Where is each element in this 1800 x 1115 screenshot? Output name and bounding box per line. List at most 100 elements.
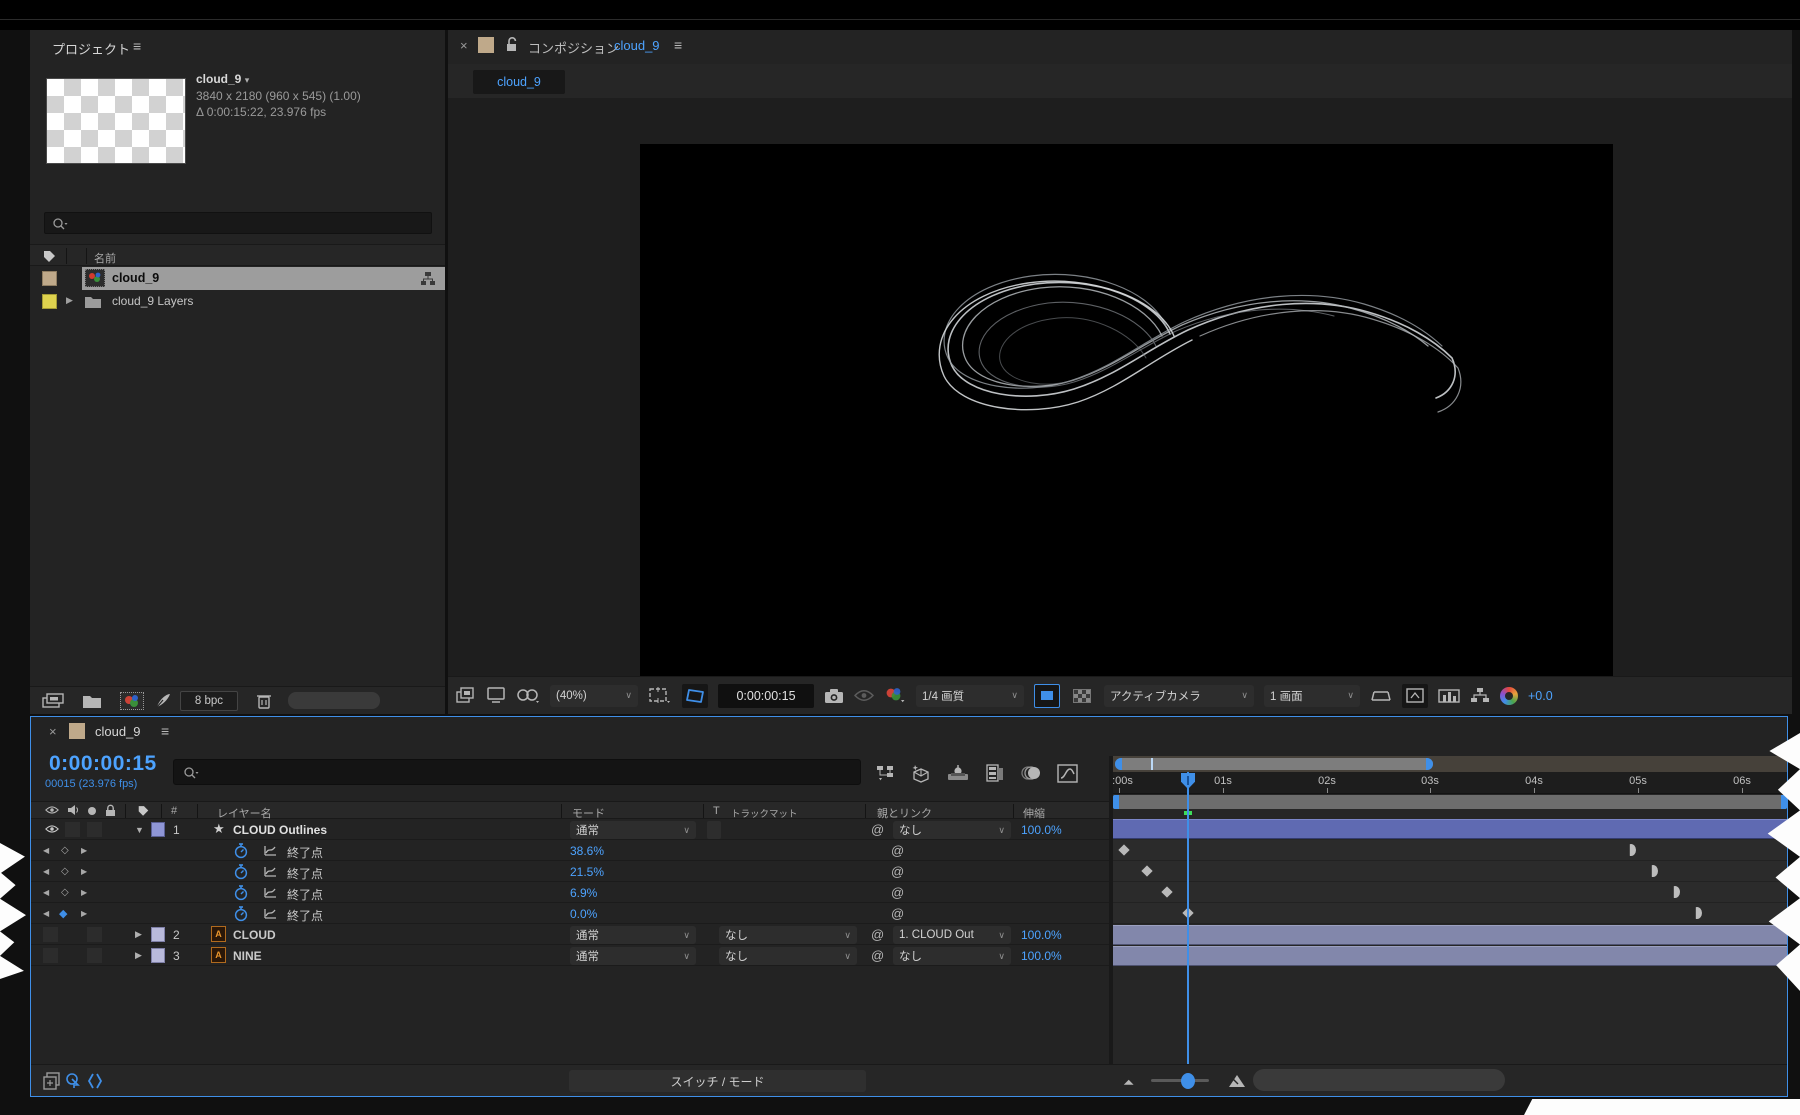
expand-collapse-chevron-icon[interactable]: ▼	[135, 825, 144, 835]
layer-bar-cloud[interactable]	[1113, 925, 1787, 945]
layer-name[interactable]: CLOUD	[233, 928, 276, 942]
timeline-zoom-slider[interactable]	[1151, 1079, 1209, 1082]
layer-name[interactable]: CLOUD Outlines	[233, 823, 327, 837]
property-row[interactable]: ◀ ◇ ▶ 終了点 21.5% @	[31, 861, 1111, 882]
mini-flowchart-icon[interactable]	[1470, 687, 1490, 704]
new-composition-icon[interactable]	[120, 692, 144, 710]
work-area-bar[interactable]	[1113, 795, 1787, 809]
resolution-dropdown[interactable]: 1/4 画質 ∨	[916, 685, 1024, 707]
expression-graph-icon[interactable]	[263, 865, 278, 878]
preview-name-caret-icon[interactable]: ▾	[245, 75, 250, 85]
project-search-input[interactable]	[44, 212, 432, 234]
property-value[interactable]: 38.6%	[570, 844, 604, 858]
project-row-folder[interactable]: ▶ cloud_9 Layers	[30, 290, 445, 313]
pickwhip-icon[interactable]: @	[891, 906, 904, 921]
frame-blending-icon[interactable]	[985, 764, 1005, 783]
stretch-value[interactable]: 100.0%	[1021, 949, 1062, 963]
track-matte-toggle[interactable]	[707, 821, 721, 839]
keyframe-ease[interactable]	[1670, 886, 1680, 898]
solo-toggle[interactable]	[87, 948, 102, 963]
reset-exposure-icon[interactable]	[1500, 687, 1518, 705]
columns-graph-divider[interactable]	[1109, 756, 1113, 1066]
target-region-icon[interactable]	[1034, 684, 1060, 708]
layer-label-swatch[interactable]	[151, 927, 165, 942]
expression-graph-icon[interactable]	[263, 907, 278, 920]
zoom-out-mountain-icon[interactable]	[1121, 1077, 1137, 1086]
property-row[interactable]: ◀ ◇ ▶ 終了点 6.9% @	[31, 882, 1111, 903]
layer-row[interactable]: ▶ 3 A NINE 通常 ∨ なし ∨ @ なし ∨ 100.0%	[31, 945, 1111, 966]
snapshot-camera-icon[interactable]	[824, 688, 844, 704]
playhead-line[interactable]	[1187, 772, 1189, 1066]
property-name[interactable]: 終了点	[287, 907, 323, 924]
layer-row[interactable]: ▼ 1 ★ CLOUD Outlines 通常 ∨ @ なし ∨ 100.0%	[31, 819, 1111, 840]
exposure-value[interactable]: +0.0	[1528, 689, 1553, 703]
always-preview-icon[interactable]	[456, 687, 476, 704]
layer-label-swatch[interactable]	[151, 822, 165, 837]
property-value[interactable]: 6.9%	[570, 886, 597, 900]
work-area-start-handle[interactable]	[1113, 795, 1119, 809]
graph-editor-icon[interactable]	[1057, 764, 1078, 783]
project-row-composition[interactable]: cloud_9	[30, 267, 445, 290]
time-ruler[interactable]: 0:00s 01s 02s 03s 04s 05s 06s	[1113, 772, 1787, 794]
panel-comp-name[interactable]: cloud_9	[614, 38, 660, 53]
region-of-interest-icon[interactable]	[648, 687, 672, 705]
trash-icon[interactable]	[256, 692, 272, 710]
visibility-toggle[interactable]	[43, 927, 58, 942]
add-keyframe-icon[interactable]: ◇	[61, 845, 69, 856]
layer-name[interactable]: NINE	[233, 949, 262, 963]
parent-pickwhip-icon[interactable]: @	[871, 927, 884, 942]
zoom-in-mountain-icon[interactable]	[1227, 1073, 1247, 1088]
add-keyframe-icon[interactable]: ◇	[61, 866, 69, 877]
audio-toggle[interactable]	[65, 822, 80, 837]
timeline-zoom-slider-knob[interactable]	[1181, 1073, 1195, 1089]
current-timecode[interactable]: 0:00:00:15	[49, 752, 157, 776]
primary-viewer-icon[interactable]	[486, 687, 506, 704]
keyframe-track[interactable]	[1113, 840, 1787, 861]
stopwatch-icon[interactable]	[234, 906, 248, 922]
parent-dropdown[interactable]: なし ∨	[893, 821, 1011, 839]
stopwatch-icon[interactable]	[234, 885, 248, 901]
show-snapshot-eye-icon[interactable]	[854, 689, 874, 702]
parent-dropdown[interactable]: 1. CLOUD Out ∨	[893, 926, 1011, 944]
property-row[interactable]: ◀ ◆ ▶ 終了点 0.0% @	[31, 903, 1111, 924]
magnification-dropdown[interactable]: (40%) ∨	[550, 685, 638, 707]
track-matte-dropdown[interactable]: なし ∨	[719, 926, 857, 944]
bit-depth-button[interactable]: 8 bpc	[180, 691, 238, 711]
keyframe-diamond[interactable]	[1141, 865, 1152, 876]
project-settings-icon[interactable]	[42, 693, 64, 709]
navigator-start-handle[interactable]	[1115, 758, 1122, 770]
property-name[interactable]: 終了点	[287, 886, 323, 903]
folder-expand-chevron-icon[interactable]: ▶	[66, 295, 73, 306]
timeline-comp-swatch[interactable]	[69, 723, 85, 739]
prev-keyframe-icon[interactable]: ◀	[43, 909, 49, 918]
switch-mode-toggle-button[interactable]: スイッチ / モード	[569, 1070, 866, 1092]
pixel-aspect-correction-icon[interactable]	[1402, 684, 1428, 708]
in-out-brackets-icon[interactable]	[87, 1072, 103, 1090]
timeline-search-input[interactable]	[173, 759, 861, 785]
close-panel-icon[interactable]: ×	[460, 38, 468, 53]
interpret-footage-icon[interactable]	[154, 692, 172, 710]
expand-layers-icon[interactable]	[43, 1072, 60, 1090]
viewer-tab-cloud9[interactable]: cloud_9	[473, 70, 565, 94]
solo-toggle[interactable]	[87, 822, 102, 837]
keyframe-diamond[interactable]	[1161, 886, 1172, 897]
motion-blur-icon[interactable]	[1021, 764, 1041, 782]
keyframe-at-current-time-icon[interactable]: ◆	[59, 907, 67, 920]
draft-3d-icon[interactable]	[911, 764, 931, 783]
expression-graph-icon[interactable]	[263, 844, 278, 857]
project-footer-scrollbar[interactable]	[288, 692, 380, 709]
track-matte-dropdown[interactable]: なし ∨	[719, 947, 857, 965]
comp-label-swatch[interactable]	[42, 271, 57, 286]
prev-keyframe-icon[interactable]: ◀	[43, 888, 49, 897]
timeline-horizontal-scrollbar[interactable]	[1253, 1069, 1505, 1091]
stopwatch-icon[interactable]	[234, 843, 248, 859]
active-camera-dropdown[interactable]: アクティブカメラ ∨	[1104, 685, 1254, 707]
keyframe-ease[interactable]	[1648, 865, 1658, 877]
comp-color-swatch[interactable]	[478, 37, 494, 53]
share-view-icon[interactable]	[1370, 688, 1392, 704]
stretch-value[interactable]: 100.0%	[1021, 928, 1062, 942]
layer-bar-cloud-outlines[interactable]	[1113, 819, 1787, 839]
next-keyframe-icon[interactable]: ▶	[81, 867, 87, 876]
layer-row[interactable]: ▶ 2 A CLOUD 通常 ∨ なし ∨ @ 1. CLOUD Out ∨ 1…	[31, 924, 1111, 945]
pickwhip-icon[interactable]: @	[891, 864, 904, 879]
